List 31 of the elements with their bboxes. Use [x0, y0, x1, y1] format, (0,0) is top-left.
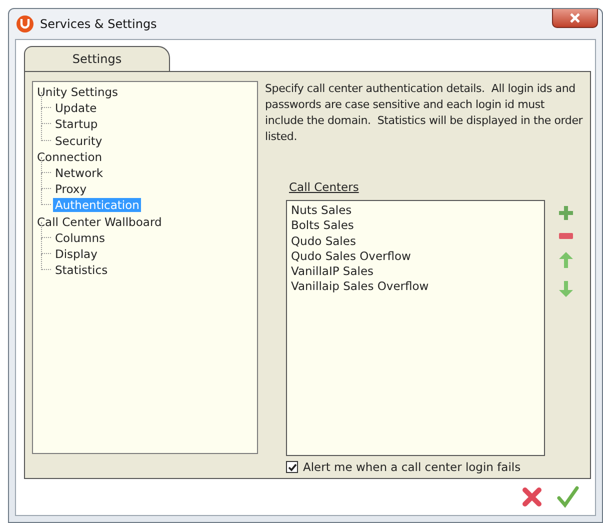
list-item[interactable]: VanillaIP Sales: [291, 264, 540, 280]
tree-item[interactable]: Call Center Wallboard: [35, 214, 164, 229]
up-arrow-icon[interactable]: [559, 252, 573, 268]
alert-checkbox-label: Alert me when a call center login fails: [303, 460, 521, 474]
list-item[interactable]: Nuts Sales: [291, 203, 540, 218]
tree-item[interactable]: Unity Settings: [35, 85, 120, 100]
description-text: Specify call center authentication details. All login ids and passwords are case sensitive and each login id must include the domain. Statistics will be displayed in the order listed.: [265, 81, 583, 145]
settings-tab[interactable]: Settings: [24, 46, 170, 71]
ok-checkmark-icon[interactable]: [557, 486, 579, 508]
tree-item[interactable]: Statistics: [53, 263, 110, 278]
add-icon[interactable]: [559, 206, 573, 220]
close-button[interactable]: [552, 9, 598, 28]
tree-item[interactable]: Startup: [53, 117, 100, 132]
list-item[interactable]: Qudo Sales Overflow: [291, 248, 540, 264]
cancel-icon[interactable]: [521, 487, 543, 507]
call-centers-label: Call Centers: [289, 180, 360, 194]
window-title: Services & Settings: [40, 17, 157, 31]
tree-item[interactable]: Connection: [35, 150, 104, 164]
app-logo-icon: [16, 15, 34, 33]
list-item[interactable]: Bolts Sales: [291, 218, 540, 234]
tree-item[interactable]: Security: [53, 134, 104, 148]
tree-item[interactable]: Display: [53, 246, 100, 261]
tree-item[interactable]: Columns: [53, 230, 108, 245]
alert-checkbox[interactable]: [286, 461, 298, 473]
list-item[interactable]: Vanillaip Sales Overflow: [291, 279, 540, 295]
tree-item[interactable]: Network: [53, 166, 106, 180]
close-icon: [569, 13, 581, 23]
tree-item[interactable]: Update: [53, 101, 99, 116]
list-item[interactable]: Qudo Sales: [291, 234, 540, 249]
down-arrow-icon[interactable]: [559, 281, 573, 297]
tree-item[interactable]: Proxy: [53, 182, 89, 196]
